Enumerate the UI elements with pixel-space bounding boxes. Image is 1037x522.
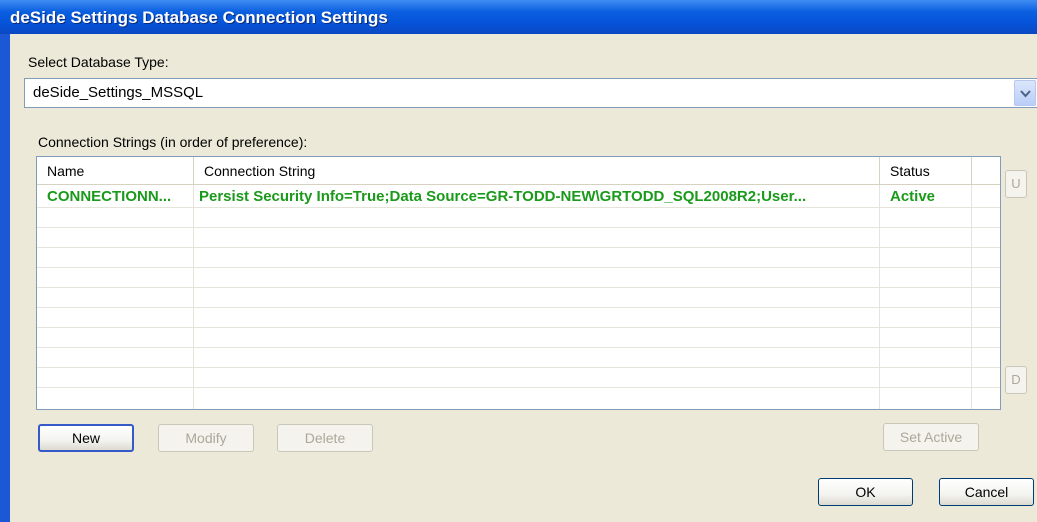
move-down-button[interactable]: D xyxy=(1005,366,1027,394)
row-divider xyxy=(37,207,1000,208)
delete-button[interactable]: Delete xyxy=(277,424,373,452)
dropdown-button[interactable] xyxy=(1014,80,1036,106)
table-header: Name Connection String Status xyxy=(37,157,1000,185)
column-divider xyxy=(879,185,880,409)
column-header-status[interactable]: Status xyxy=(880,157,972,184)
window-title: deSide Settings Database Connection Sett… xyxy=(10,8,388,27)
row-divider xyxy=(37,267,1000,268)
column-divider xyxy=(971,185,972,409)
connection-strings-table[interactable]: Name Connection String Status CONNECTION… xyxy=(36,156,1001,410)
row-divider xyxy=(37,347,1000,348)
row-divider xyxy=(37,387,1000,388)
row-divider xyxy=(37,287,1000,288)
database-type-value: deSide_Settings_MSSQL xyxy=(33,84,204,101)
row-divider xyxy=(37,327,1000,328)
new-button[interactable]: New xyxy=(38,424,134,452)
database-type-label: Select Database Type: xyxy=(28,54,169,70)
title-bar[interactable]: deSide Settings Database Connection Sett… xyxy=(0,0,1037,34)
row-connection-string-cell: Persist Security Info=True;Data Source=G… xyxy=(199,188,807,205)
row-divider xyxy=(37,367,1000,368)
row-divider xyxy=(37,307,1000,308)
column-header-name[interactable]: Name xyxy=(37,157,194,184)
ok-button[interactable]: OK xyxy=(818,478,913,506)
chevron-down-icon xyxy=(1020,90,1031,98)
move-up-button[interactable]: U xyxy=(1005,170,1027,198)
row-name-cell: CONNECTIONN... xyxy=(47,188,172,205)
modify-button[interactable]: Modify xyxy=(158,424,254,452)
set-active-button[interactable]: Set Active xyxy=(883,423,979,451)
connection-strings-label: Connection Strings (in order of preferen… xyxy=(38,134,308,150)
column-divider xyxy=(193,185,194,409)
row-divider xyxy=(37,227,1000,228)
row-status-cell: Active xyxy=(890,188,936,205)
database-type-select[interactable]: deSide_Settings_MSSQL xyxy=(24,78,1037,108)
column-header-connection-string[interactable]: Connection String xyxy=(194,157,880,184)
cancel-button[interactable]: Cancel xyxy=(939,478,1034,506)
settings-dialog: deSide Settings Database Connection Sett… xyxy=(0,0,1037,522)
row-divider xyxy=(37,247,1000,248)
